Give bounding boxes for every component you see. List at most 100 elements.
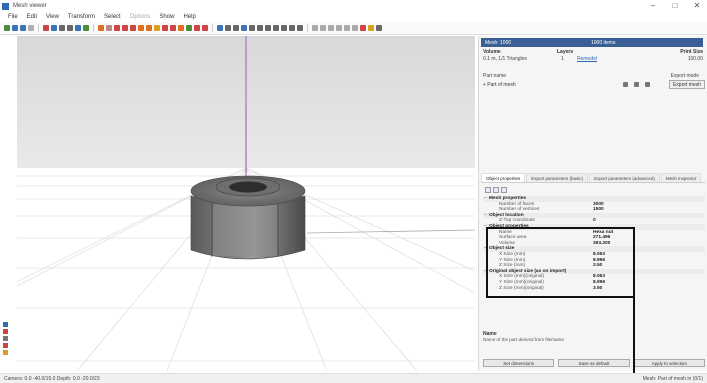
toolbar-button-icon[interactable] bbox=[249, 25, 255, 31]
toolbar-button-icon[interactable] bbox=[257, 25, 263, 31]
set-dimensions-button[interactable]: Set dimensions bbox=[483, 359, 555, 367]
maximize-button[interactable]: □ bbox=[671, 1, 679, 10]
menu-edit[interactable]: Edit bbox=[27, 14, 37, 20]
tab-object-properties[interactable]: Object properties bbox=[481, 173, 526, 182]
toolbar-button-icon[interactable] bbox=[154, 25, 160, 31]
print-size-value: 100.00 bbox=[687, 56, 703, 62]
status-right: Mesh: Part of mesh in (0/1) bbox=[642, 375, 703, 382]
toolbar-button-icon[interactable] bbox=[28, 25, 34, 31]
toolbar-button-icon[interactable] bbox=[328, 25, 334, 31]
toolbar-button-icon[interactable] bbox=[75, 25, 81, 31]
toolbar-button-icon[interactable] bbox=[59, 25, 65, 31]
toolbar-button-icon[interactable] bbox=[162, 25, 168, 31]
toolbar-button-icon[interactable] bbox=[194, 25, 200, 31]
toolbar-button-icon[interactable] bbox=[130, 25, 136, 31]
mesh-selector[interactable]: Mesh: 1000 1000 items bbox=[481, 38, 703, 47]
tab-export-basic[interactable]: Export parameters (basic) bbox=[526, 173, 589, 182]
properties-panel: Mesh: 1000 1000 items Volume 0.1 m, 1/1 … bbox=[478, 36, 707, 371]
property-description: Name Name of the part derived from file/… bbox=[483, 331, 703, 342]
toolbar-button-icon[interactable] bbox=[43, 25, 49, 31]
tab-mesh-inspector[interactable]: Mesh inspector bbox=[660, 173, 702, 182]
toolbar-button-icon[interactable] bbox=[202, 25, 208, 31]
toolbar-button-icon[interactable] bbox=[114, 25, 120, 31]
menu-view[interactable]: View bbox=[46, 14, 59, 20]
toolbar-button-icon[interactable] bbox=[336, 25, 342, 31]
toolbar-button-icon[interactable] bbox=[217, 25, 223, 31]
3d-viewport[interactable] bbox=[17, 36, 475, 371]
property-pages-icon[interactable] bbox=[501, 187, 507, 193]
menu-select[interactable]: Select bbox=[104, 14, 121, 20]
save-default-button[interactable]: Save as default bbox=[558, 359, 630, 367]
toolbar-button-icon[interactable] bbox=[170, 25, 176, 31]
palette-tool-icon[interactable] bbox=[3, 350, 8, 355]
toolbar-button-icon[interactable] bbox=[273, 25, 279, 31]
toolbar-separator bbox=[212, 24, 213, 32]
toolbar-button-icon[interactable] bbox=[51, 25, 57, 31]
property-view-icons bbox=[485, 187, 507, 193]
menu-bar: File Edit View Transform Select Options … bbox=[0, 12, 707, 22]
callout-line bbox=[633, 298, 635, 383]
toolbar-button-icon[interactable] bbox=[233, 25, 239, 31]
window-controls: – □ ✕ bbox=[649, 1, 701, 10]
toolbar-button-icon[interactable] bbox=[289, 25, 295, 31]
toolbar-button-icon[interactable] bbox=[281, 25, 287, 31]
part-list-item-icons bbox=[623, 82, 650, 87]
menu-transform[interactable]: Transform bbox=[68, 14, 95, 20]
print-size-label: Print Size bbox=[680, 49, 703, 55]
toolbar-button-icon[interactable] bbox=[83, 25, 89, 31]
toolbar-button-icon[interactable] bbox=[122, 25, 128, 31]
volume-value: 0.1 m, 1/1 Triangles bbox=[483, 56, 527, 62]
toolbar-button-icon[interactable] bbox=[146, 25, 152, 31]
description-text: Name of the part derived from file/name bbox=[483, 337, 564, 342]
toolbar-button-icon[interactable] bbox=[106, 25, 112, 31]
palette-tool-icon[interactable] bbox=[3, 336, 8, 341]
tab-export-advanced[interactable]: Export parameters (advanced) bbox=[589, 173, 660, 182]
toolbar-button-icon[interactable] bbox=[241, 25, 247, 31]
toolbar-button-icon[interactable] bbox=[265, 25, 271, 31]
palette-tool-icon[interactable] bbox=[3, 343, 8, 348]
toolbar-button-icon[interactable] bbox=[4, 25, 10, 31]
export-mesh-button[interactable]: Export mesh bbox=[669, 80, 705, 89]
toolbar-button-icon[interactable] bbox=[297, 25, 303, 31]
toolbar-button-icon[interactable] bbox=[376, 25, 382, 31]
categorized-view-icon[interactable] bbox=[485, 187, 491, 193]
alphabetical-view-icon[interactable] bbox=[493, 187, 499, 193]
apply-selection-button[interactable]: Apply to selection bbox=[633, 359, 705, 367]
minimize-button[interactable]: – bbox=[649, 1, 657, 10]
toolbar-button-icon[interactable] bbox=[320, 25, 326, 31]
palette-tool-icon[interactable] bbox=[3, 329, 8, 334]
toolbar-button-icon[interactable] bbox=[98, 25, 104, 31]
volume-label: Volume bbox=[483, 49, 501, 55]
toolbar-button-icon[interactable] bbox=[12, 25, 18, 31]
lock-icon[interactable] bbox=[634, 82, 639, 87]
color-icon[interactable] bbox=[645, 82, 650, 87]
menu-options[interactable]: Options bbox=[130, 14, 151, 20]
status-bar: Camera: 0.0 -40.0/15.0 Depth: 0.0 -20.0/… bbox=[0, 373, 707, 383]
toolbar-button-icon[interactable] bbox=[368, 25, 374, 31]
menu-help[interactable]: Help bbox=[183, 14, 195, 20]
toolbar-button-icon[interactable] bbox=[352, 25, 358, 31]
toolbar-button-icon[interactable] bbox=[67, 25, 73, 31]
toolbar-button-icon[interactable] bbox=[360, 25, 366, 31]
part-list-item-label: + Part of mesh bbox=[483, 81, 516, 88]
visibility-icon[interactable] bbox=[623, 82, 628, 87]
menu-show[interactable]: Show bbox=[159, 14, 174, 20]
toolbar-button-icon[interactable] bbox=[186, 25, 192, 31]
menu-file[interactable]: File bbox=[8, 14, 18, 20]
palette-tool-icon[interactable] bbox=[3, 322, 8, 327]
close-button[interactable]: ✕ bbox=[693, 1, 701, 10]
title-bar: Mesh viewer – □ ✕ bbox=[0, 0, 707, 12]
toolbar-button-icon[interactable] bbox=[312, 25, 318, 31]
toolbar-button-icon[interactable] bbox=[138, 25, 144, 31]
summary-row: Volume 0.1 m, 1/1 Triangles Layers 1 Rem… bbox=[483, 49, 703, 71]
layers-value: 1 bbox=[561, 56, 564, 62]
item-selector-value[interactable]: 1000 items bbox=[591, 40, 615, 46]
status-left: Camera: 0.0 -40.0/15.0 Depth: 0.0 -20.0/… bbox=[4, 375, 100, 382]
tool-palette bbox=[0, 320, 14, 362]
hex-nut-model[interactable] bbox=[190, 175, 306, 260]
toolbar-button-icon[interactable] bbox=[20, 25, 26, 31]
remodel-link[interactable]: Remodel bbox=[577, 56, 597, 62]
toolbar-button-icon[interactable] bbox=[344, 25, 350, 31]
toolbar-button-icon[interactable] bbox=[225, 25, 231, 31]
toolbar-button-icon[interactable] bbox=[178, 25, 184, 31]
